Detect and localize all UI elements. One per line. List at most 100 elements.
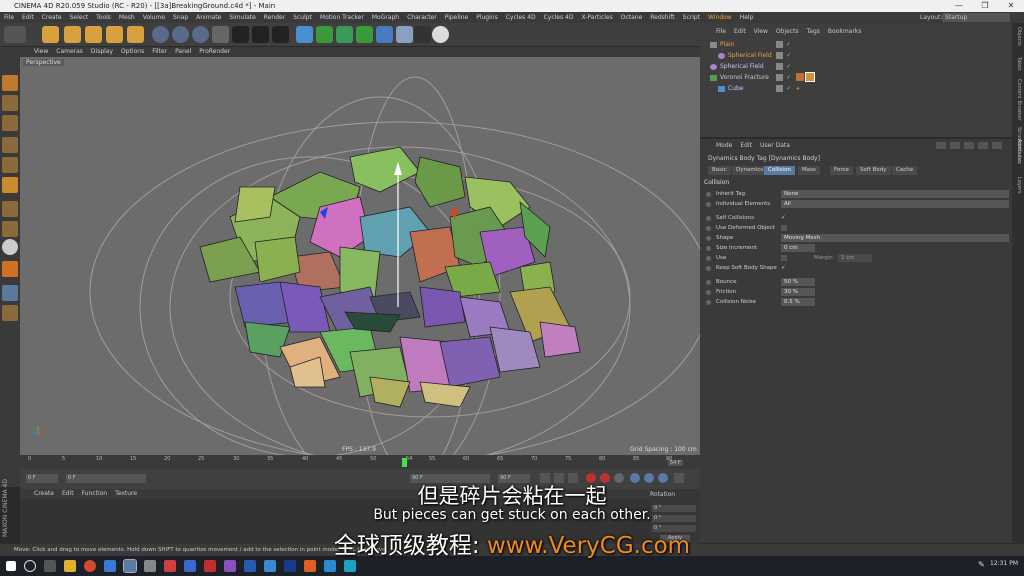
- menu-cycles4d[interactable]: Cycles 4D: [502, 12, 540, 23]
- app-icon[interactable]: [104, 560, 116, 572]
- menu-pipeline[interactable]: Pipeline: [441, 12, 472, 23]
- coordinate-system-icon[interactable]: [212, 26, 229, 43]
- up-arrow-icon[interactable]: [950, 142, 960, 149]
- friction-field[interactable]: 30 %: [781, 288, 815, 296]
- cube-icon[interactable]: [296, 26, 313, 43]
- dynamics-body-tag-icon[interactable]: [805, 72, 815, 82]
- file-explorer-icon[interactable]: [64, 560, 76, 572]
- app-icon[interactable]: [344, 560, 356, 572]
- tab-dynamics[interactable]: Dynamics: [732, 166, 768, 175]
- app-icon[interactable]: [244, 560, 256, 572]
- obj-menu-edit[interactable]: Edit: [734, 28, 746, 35]
- menu-window[interactable]: Window: [704, 12, 736, 23]
- strip-tab-attributes[interactable]: Attributes: [1016, 139, 1022, 164]
- visibility-toggle-icon[interactable]: [776, 52, 783, 59]
- app-icon[interactable]: [144, 560, 156, 572]
- solo-icon[interactable]: [2, 285, 18, 301]
- attr-menu-mode[interactable]: Mode: [716, 142, 732, 149]
- attr-menu-user-data[interactable]: User Data: [760, 142, 790, 149]
- menu-snap[interactable]: Snap: [169, 12, 192, 23]
- point-mode-icon[interactable]: [2, 157, 18, 173]
- viewport-menu-display[interactable]: Display: [91, 48, 113, 55]
- visibility-toggle-icon[interactable]: [776, 85, 783, 92]
- strip-tab-takes[interactable]: Takes: [1016, 57, 1022, 71]
- viewport-menu-prorender[interactable]: ProRender: [199, 48, 230, 55]
- enabled-check-icon[interactable]: ✓: [786, 84, 791, 94]
- app-icon[interactable]: [324, 560, 336, 572]
- menu-tools[interactable]: Tools: [92, 12, 115, 23]
- current-frame-field[interactable]: 54 F: [668, 460, 683, 466]
- bounce-field[interactable]: 50 %: [781, 278, 815, 286]
- strip-tab-layers[interactable]: Layers: [1016, 177, 1022, 194]
- menu-simulate[interactable]: Simulate: [225, 12, 260, 23]
- timeline-playhead[interactable]: [402, 458, 407, 467]
- strip-tab-content-browser[interactable]: Content Browser: [1016, 79, 1022, 121]
- keyframe-dot-icon[interactable]: [706, 256, 711, 261]
- viewport-menu-view[interactable]: View: [34, 48, 48, 55]
- app-icon[interactable]: [304, 560, 316, 572]
- perspective-viewport[interactable]: Perspective FPS : 137.9 Grid Spacing : 1…: [20, 57, 700, 455]
- menu-help[interactable]: Help: [736, 12, 758, 23]
- deformer-icon[interactable]: [376, 26, 393, 43]
- tweak-icon[interactable]: [2, 221, 18, 237]
- menu-cycles4d-2[interactable]: Cycles 4D: [540, 12, 578, 23]
- keep-soft-body-shape-checkbox[interactable]: ✓: [781, 264, 786, 273]
- obj-menu-view[interactable]: View: [754, 28, 768, 35]
- menu-character[interactable]: Character: [403, 12, 441, 23]
- scale-icon[interactable]: [85, 26, 102, 43]
- phong-tag-icon[interactable]: ⚹: [796, 84, 800, 94]
- network-icon[interactable]: ✎: [978, 560, 988, 570]
- undo-icon[interactable]: [4, 26, 26, 43]
- keyframe-dot-icon[interactable]: [706, 280, 711, 285]
- rotate-icon[interactable]: [106, 26, 123, 43]
- menu-volume[interactable]: Volume: [139, 12, 169, 23]
- cinema4d-icon[interactable]: [123, 559, 137, 573]
- tab-collision[interactable]: Collision: [764, 166, 796, 175]
- transform-icon[interactable]: [127, 26, 144, 43]
- enabled-check-icon[interactable]: ✓: [786, 51, 791, 61]
- margin-field[interactable]: 1 cm: [838, 254, 872, 262]
- menu-animate[interactable]: Animate: [192, 12, 225, 23]
- visibility-toggle-icon[interactable]: [776, 74, 783, 81]
- menu-octane[interactable]: Octane: [617, 12, 647, 23]
- keyframe-dot-icon[interactable]: [706, 266, 711, 271]
- strip-tab-objects[interactable]: Objects: [1016, 27, 1022, 46]
- layout-select[interactable]: Startup: [942, 13, 1010, 22]
- subdivision-icon[interactable]: [336, 26, 353, 43]
- object-row-cube[interactable]: Cube ✓ ⚹: [704, 84, 1004, 94]
- camera-icon[interactable]: [414, 26, 431, 43]
- chrome-icon[interactable]: [84, 560, 96, 572]
- inherit-tag-select[interactable]: None: [781, 190, 1009, 198]
- menu-mograph[interactable]: MoGraph: [368, 12, 403, 23]
- use-margin-checkbox[interactable]: [781, 255, 787, 261]
- solo-hierarchy-icon[interactable]: [2, 305, 18, 321]
- enable-axis-icon[interactable]: [2, 201, 18, 217]
- tab-basic[interactable]: Basic: [708, 166, 731, 175]
- menu-motion-tracker[interactable]: Motion Tracker: [316, 12, 368, 23]
- render-picture-viewer-icon[interactable]: [252, 26, 269, 43]
- keyframe-dot-icon[interactable]: [706, 246, 711, 251]
- viewport-menu-cameras[interactable]: Cameras: [56, 48, 83, 55]
- photoshop-icon[interactable]: [284, 560, 296, 572]
- keyframe-dot-icon[interactable]: [706, 202, 711, 207]
- x-axis-icon[interactable]: [152, 26, 169, 43]
- new-window-icon[interactable]: [992, 142, 1002, 149]
- obj-menu-file[interactable]: File: [716, 28, 726, 35]
- attr-menu-edit[interactable]: Edit: [740, 142, 752, 149]
- back-arrow-icon[interactable]: [936, 142, 946, 149]
- self-collisions-checkbox[interactable]: ✓: [781, 214, 786, 223]
- menu-file[interactable]: File: [0, 12, 18, 23]
- render-view-icon[interactable]: [232, 26, 249, 43]
- floor-icon[interactable]: [396, 26, 413, 43]
- z-axis-icon[interactable]: [192, 26, 209, 43]
- menu-create[interactable]: Create: [38, 12, 66, 23]
- keyframe-dot-icon[interactable]: [706, 192, 711, 197]
- snapping-icon[interactable]: [2, 239, 18, 255]
- enabled-check-icon[interactable]: ✓: [786, 40, 791, 50]
- minimize-button[interactable]: —: [946, 0, 972, 12]
- viewport-menu-options[interactable]: Options: [121, 48, 144, 55]
- move-icon[interactable]: [64, 26, 81, 43]
- render-settings-icon[interactable]: [272, 26, 289, 43]
- viewport-menu-filter[interactable]: Filter: [152, 48, 167, 55]
- visibility-toggle-icon[interactable]: [776, 41, 783, 48]
